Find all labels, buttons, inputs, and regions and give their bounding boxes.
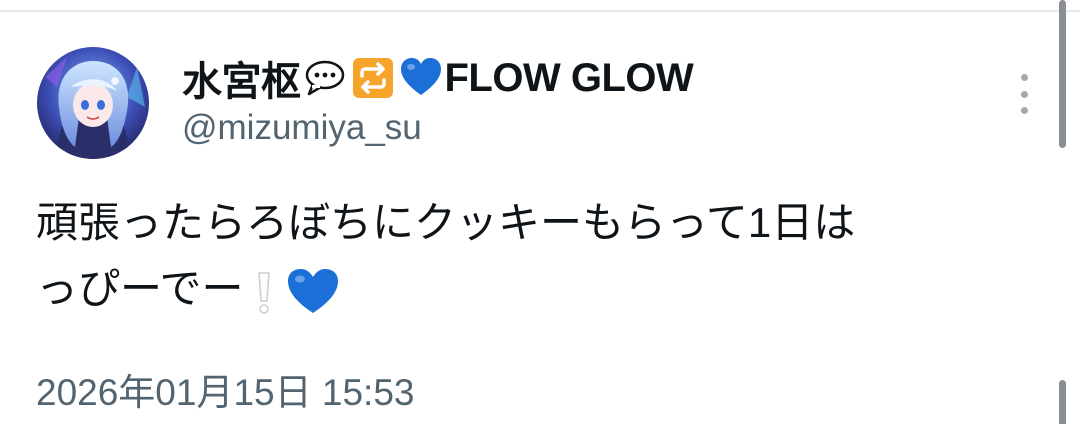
tweet-timestamp[interactable]: 2026年01月15日 15:53 [36,362,415,416]
more-dot [1020,74,1028,81]
scrollbar-thumb-lower[interactable] [1059,380,1066,424]
more-options-icon[interactable] [1010,72,1038,116]
display-name-text: 水宮枢 [182,60,301,104]
tweet-text-line-2-text: っぴーでー [36,265,244,312]
scrollbar-thumb[interactable] [1059,0,1066,148]
tweet-text-line-2: っぴーでー [36,256,1036,322]
more-dot [1020,107,1028,114]
top-divider [0,10,1080,12]
tweet-detail-view: 水宮枢 FLOW GLOW @mizumiya_su 頑張ったらろぼちにクッキー… [0,0,1080,424]
display-name-suffix: FLOW GLOW [444,55,694,100]
blue-heart-icon [399,56,443,100]
avatar[interactable] [37,47,149,159]
tweet-text-line-1: 頑張ったらろぼちにクッキーもらって1日は [36,199,856,246]
tweet-text: 頑張ったらろぼちにクッキーもらって1日は っぴーでー [36,190,1036,322]
blue-heart-icon [285,267,341,317]
author-display-name[interactable]: 水宮枢 FLOW GLOW [182,54,694,105]
more-dot [1020,90,1028,98]
exclamation-icon [249,269,279,315]
repeat-icon [351,56,395,100]
speech-bubble-icon [303,56,347,100]
author-handle[interactable]: @mizumiya_su [182,108,422,148]
